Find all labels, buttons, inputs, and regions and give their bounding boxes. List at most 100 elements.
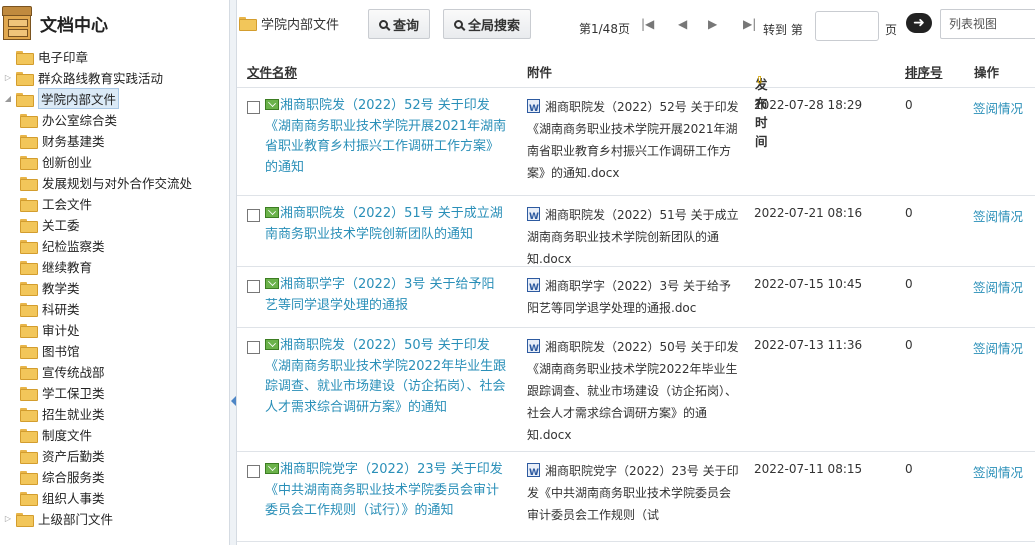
tree-item[interactable]: 宣传统战部	[0, 361, 229, 382]
attachment-text: 湘商职院发（2022）50号 关于印发《湖南商务职业技术学院2022年毕业生跟踪…	[527, 340, 739, 442]
read-status-link[interactable]: 签阅情况	[973, 206, 1023, 225]
sort-number: 0	[905, 338, 913, 352]
read-status-link[interactable]: 签阅情况	[973, 98, 1023, 117]
tree-expander-icon[interactable]: ▷	[3, 73, 13, 82]
attachment-link[interactable]: 湘商职院发（2022）50号 关于印发《湖南商务职业技术学院2022年毕业生跟踪…	[527, 336, 739, 446]
sort-number: 0	[905, 462, 913, 476]
tree-item[interactable]: 创新创业	[0, 151, 229, 172]
tree-item-label: 纪检监察类	[42, 239, 105, 254]
view-mode-select[interactable]: 列表视图	[940, 9, 1035, 39]
word-doc-icon	[527, 206, 540, 228]
go-arrow-icon[interactable]: ➜	[906, 13, 932, 33]
tree-item-label: 继续教育	[42, 260, 93, 275]
breadcrumb: 学院内部文件	[239, 14, 339, 33]
tree-expander-icon[interactable]: ◢	[3, 94, 13, 103]
folder-icon	[16, 512, 34, 527]
publish-date: 2022-07-11 08:15	[754, 462, 863, 476]
tree-item-label: 制度文件	[42, 428, 93, 443]
sort-number: 0	[905, 277, 913, 291]
file-name-text: 湘商职院发（2022）51号 关于成立湖南商务职业技术学院创新团队的通知	[265, 206, 503, 242]
collapse-arrow-icon[interactable]	[231, 396, 236, 406]
tree-item[interactable]: 纪检监察类	[0, 235, 229, 256]
tree-item-label: 图书馆	[42, 344, 80, 359]
folder-tree: 电子印章 ▷ 群众路线教育实践活动 ◢ 学院内部文件 办公室综合类 财务基建类创新创业发展规…	[0, 46, 229, 529]
tree-item[interactable]: 电子印章	[0, 46, 229, 67]
attachment-text: 湘商职学字（2022）3号 关于给予阳艺等同学退学处理的通报.doc	[527, 279, 731, 315]
folder-icon	[20, 281, 38, 296]
global-search-button[interactable]: 全局搜索	[443, 9, 532, 39]
tree-item[interactable]: 发展规划与对外合作交流处	[0, 172, 229, 193]
tree-item-label: 综合服务类	[42, 470, 105, 485]
tree-item[interactable]: ▷ 上级部门文件	[0, 508, 229, 529]
row-checkbox[interactable]	[247, 465, 260, 478]
file-name-link[interactable]: 湘商职院发（2022）50号 关于印发《湖南商务职业技术学院2022年毕业生跟踪…	[265, 336, 507, 418]
publish-date: 2022-07-21 08:16	[754, 206, 863, 220]
page-info: 第1/48页	[579, 22, 630, 36]
row-checkbox[interactable]	[247, 209, 260, 222]
col-sort-header[interactable]: 排序号	[905, 62, 943, 81]
row-checkbox[interactable]	[247, 341, 260, 354]
file-cabinet-icon	[2, 6, 32, 40]
tree-item[interactable]: 财务基建类	[0, 130, 229, 151]
tree-item-label: 教学类	[42, 281, 80, 296]
tree-item[interactable]: 工会文件	[0, 193, 229, 214]
tree-item[interactable]: 教学类	[0, 277, 229, 298]
file-name-link[interactable]: 湘商职院发（2022）52号 关于印发《湖南商务职业技术学院开展2021年湖南省…	[265, 96, 507, 178]
word-doc-icon	[527, 98, 540, 120]
tree-item[interactable]: 继续教育	[0, 256, 229, 277]
file-name-text: 湘商职学字（2022）3号 关于给予阳艺等同学退学处理的通报	[265, 277, 495, 313]
folder-icon	[20, 449, 38, 464]
tree-item[interactable]: 学工保卫类	[0, 382, 229, 403]
first-page-icon[interactable]: |◀	[641, 17, 654, 31]
tree-item[interactable]: 综合服务类	[0, 466, 229, 487]
attachment-link[interactable]: 湘商职院党字（2022）23号 关于印发《中共湖南商务职业技术学院委员会审计委员…	[527, 460, 739, 526]
sidebar-splitter[interactable]	[229, 0, 237, 545]
folder-icon	[16, 92, 34, 107]
col-name-header[interactable]: 文件名称	[247, 62, 297, 81]
tree-item[interactable]: ▷ 群众路线教育实践活动	[0, 67, 229, 88]
attachment-text: 湘商职院党字（2022）23号 关于印发《中共湖南商务职业技术学院委员会审计委员…	[527, 464, 739, 522]
file-name-link[interactable]: 湘商职学字（2022）3号 关于给予阳艺等同学退学处理的通报	[265, 275, 507, 316]
read-status-link[interactable]: 签阅情况	[973, 277, 1023, 296]
folder-icon	[20, 428, 38, 443]
main-panel: 学院内部文件 查询 全局搜索 第1/48页 |◀ ◀ ▶ ▶| 转到 第 页 ➜…	[237, 0, 1035, 545]
envelope-icon	[265, 207, 279, 218]
envelope-icon	[265, 99, 279, 110]
row-checkbox[interactable]	[247, 280, 260, 293]
tree-item[interactable]: 招生就业类	[0, 403, 229, 424]
row-checkbox[interactable]	[247, 101, 260, 114]
folder-icon	[20, 344, 38, 359]
file-name-link[interactable]: 湘商职院党字（2022）23号 关于印发《中共湖南商务职业技术学院委员会审计委员…	[265, 460, 507, 522]
tree-item[interactable]: 科研类	[0, 298, 229, 319]
tree-item[interactable]: 办公室综合类	[0, 109, 229, 130]
page-number-input[interactable]	[815, 11, 879, 41]
tree-item[interactable]: 图书馆	[0, 340, 229, 361]
tree-item-label: 创新创业	[42, 155, 93, 170]
attachment-link[interactable]: 湘商职院发（2022）52号 关于印发《湖南商务职业技术学院开展2021年湖南省…	[527, 96, 739, 184]
tree-item-label: 审计处	[42, 323, 80, 338]
tree-item[interactable]: ◢ 学院内部文件	[0, 88, 229, 109]
col-op-header: 操作	[974, 65, 1000, 80]
tree-item[interactable]: 关工委	[0, 214, 229, 235]
attachment-link[interactable]: 湘商职学字（2022）3号 关于给予阳艺等同学退学处理的通报.doc	[527, 275, 739, 319]
tree-item[interactable]: 制度文件	[0, 424, 229, 445]
tree-item[interactable]: 资产后勤类	[0, 445, 229, 466]
last-page-icon[interactable]: ▶|	[743, 17, 756, 31]
tree-item[interactable]: 组织人事类	[0, 487, 229, 508]
sidebar: 文档中心 电子印章 ▷ 群众路线教育实践活动 ◢ 学院内部文件 办公室综合类 财务基建类 创新…	[0, 0, 229, 545]
envelope-icon	[265, 278, 279, 289]
query-button[interactable]: 查询	[368, 9, 431, 39]
prev-page-icon[interactable]: ◀	[678, 17, 687, 31]
tree-item-label: 学院内部文件	[38, 88, 120, 109]
attachment-link[interactable]: 湘商职院发（2022）51号 关于成立湖南商务职业技术学院创新团队的通知.doc…	[527, 204, 739, 270]
tree-expander-icon[interactable]: ▷	[3, 514, 13, 523]
file-name-link[interactable]: 湘商职院发（2022）51号 关于成立湖南商务职业技术学院创新团队的通知	[265, 204, 507, 245]
folder-icon	[20, 155, 38, 170]
next-page-icon[interactable]: ▶	[708, 17, 717, 31]
document-table: 文件名称 附件 发布时间 ⇩ 排序号 操作 湘商职院发（2022）52号 关于印发…	[237, 50, 1035, 542]
folder-icon	[20, 407, 38, 422]
read-status-link[interactable]: 签阅情况	[973, 462, 1023, 481]
tree-item[interactable]: 审计处	[0, 319, 229, 340]
read-status-link[interactable]: 签阅情况	[973, 338, 1023, 357]
folder-icon	[20, 218, 38, 233]
